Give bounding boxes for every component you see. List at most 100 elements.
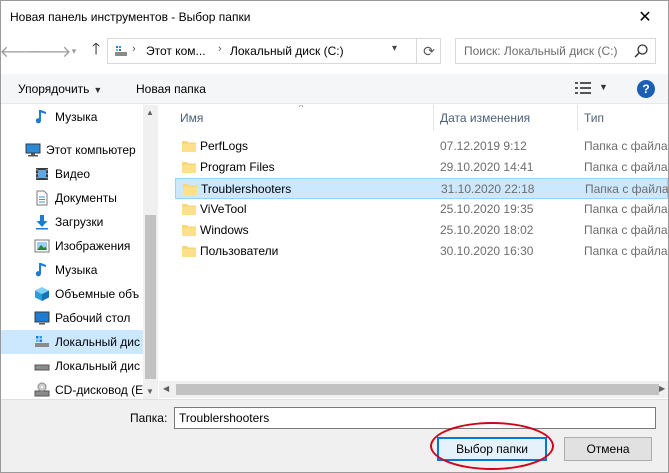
column-divider[interactable] — [433, 105, 434, 131]
folder-row[interactable]: Пользователи 30.10.2020 16:30 Папка с фа… — [175, 241, 668, 262]
column-header-type[interactable]: Тип — [584, 105, 604, 131]
desktop-icon — [34, 310, 50, 326]
computer-icon — [25, 142, 41, 158]
folder-date: 25.10.2020 19:35 — [440, 202, 534, 216]
folder-date: 31.10.2020 22:18 — [441, 182, 535, 196]
folder-row[interactable]: PerfLogs 07.12.2019 9:12 Папка с файлами — [175, 136, 668, 157]
sort-ascending-icon: ^ — [299, 105, 304, 112]
folder-row[interactable]: ViVeTool 25.10.2020 19:35 Папка с файлам… — [175, 199, 668, 220]
scroll-right-arrow-icon[interactable]: ▶ — [659, 384, 665, 393]
folder-name: PerfLogs — [200, 139, 249, 153]
breadcrumb-chevron-icon[interactable]: › — [132, 43, 136, 55]
close-button[interactable]: ✕ — [622, 1, 668, 32]
file-list-horizontal-scrollbar[interactable]: ◀ ▶ — [159, 381, 668, 398]
folder-icon — [182, 225, 196, 236]
search-input[interactable] — [456, 39, 626, 63]
drive-icon — [115, 46, 127, 56]
folder-icon — [183, 184, 197, 195]
new-folder-button[interactable]: Новая папка — [136, 82, 206, 96]
window-title: Новая панель инструментов - Выбор папки — [10, 10, 251, 24]
nav-item-3d-objects[interactable]: Объемные объ — [1, 282, 143, 306]
nav-scrollbar-thumb[interactable] — [145, 215, 156, 379]
nav-item-this-pc[interactable]: Этот компьютер — [1, 138, 143, 162]
refresh-icon[interactable]: ⟳ — [416, 39, 441, 63]
nav-item-documents[interactable]: Документы — [1, 186, 143, 210]
horizontal-scrollbar-thumb[interactable] — [176, 384, 659, 395]
folder-row[interactable]: Program Files 29.10.2020 14:41 Папка с ф… — [175, 157, 668, 178]
folder-type: Папка с файлами — [584, 244, 668, 258]
drive-icon — [34, 334, 50, 350]
folder-type: Папка с файлами — [584, 223, 668, 237]
folder-name: Troublershooters — [201, 182, 292, 196]
organize-label: Упорядочить — [18, 82, 90, 96]
column-header-date[interactable]: Дата изменения — [440, 105, 530, 131]
column-header-name[interactable]: Имя — [180, 105, 203, 131]
nav-item-downloads[interactable]: Загрузки — [1, 210, 143, 234]
folder-type: Папка с файлами — [584, 139, 668, 153]
nav-scrollbar[interactable]: ▲ ▼ — [143, 105, 158, 399]
breadcrumb-this-pc[interactable]: Этот ком... — [146, 44, 206, 58]
navigation-pane: Музыка Этот компьютер Видео Документы За… — [1, 105, 158, 399]
organize-menu[interactable]: Упорядочить ▼ — [18, 82, 102, 96]
folder-icon — [182, 246, 196, 257]
folder-name-input[interactable] — [174, 407, 656, 429]
search-box[interactable] — [455, 38, 656, 64]
folder-date: 30.10.2020 16:30 — [440, 244, 534, 258]
folder-type: Папка с файлами — [584, 160, 668, 174]
nav-item-pictures[interactable]: Изображения — [1, 234, 143, 258]
nav-item-local-disk-c[interactable]: Локальный дис — [1, 330, 143, 354]
view-chevron-down-icon[interactable]: ▼ — [599, 82, 608, 92]
video-icon — [34, 166, 50, 182]
chevron-down-icon: ▼ — [93, 85, 103, 95]
search-icon — [634, 44, 648, 58]
select-folder-button[interactable]: Выбор папки — [437, 437, 547, 461]
folder-name: Пользователи — [200, 244, 279, 258]
folder-label: Папка: — [130, 411, 168, 425]
folder-row-selected[interactable]: Troublershooters 31.10.2020 22:18 Папка … — [175, 178, 668, 199]
scroll-down-arrow-icon[interactable]: ▼ — [146, 387, 154, 396]
folder-date: 25.10.2020 18:02 — [440, 223, 534, 237]
drive-icon — [34, 358, 50, 374]
folder-name: ViVeTool — [200, 202, 247, 216]
music-icon — [34, 109, 50, 125]
nav-item-desktop[interactable]: Рабочий стол — [1, 306, 143, 330]
folder-name: Program Files — [200, 160, 275, 174]
nav-item-local-disk-d[interactable]: Локальный дис — [1, 354, 143, 378]
help-icon[interactable]: ? — [637, 80, 655, 98]
pictures-icon — [34, 238, 50, 254]
up-arrow-icon[interactable]: 🡑 — [85, 40, 107, 62]
breadcrumb-chevron-icon[interactable]: › — [218, 43, 222, 55]
scroll-up-arrow-icon[interactable]: ▲ — [146, 108, 154, 117]
dialog-footer: Папка: Выбор папки Отмена — [1, 399, 668, 472]
folder-row[interactable]: Windows 25.10.2020 18:02 Папка с файлами — [175, 220, 668, 241]
folder-icon — [182, 162, 196, 173]
scroll-left-arrow-icon[interactable]: ◀ — [163, 384, 169, 393]
address-dropdown-chevron-icon[interactable]: ▾ — [392, 43, 397, 54]
title-bar: Новая панель инструментов - Выбор папки … — [1, 1, 668, 32]
cancel-button[interactable]: Отмена — [564, 437, 652, 461]
folder-icon — [182, 141, 196, 152]
folder-type: Папка с файлами — [585, 182, 668, 196]
nav-item-video[interactable]: Видео — [1, 162, 143, 186]
downloads-icon — [34, 214, 50, 230]
cd-drive-icon — [34, 382, 50, 398]
view-options-icon[interactable] — [575, 81, 591, 95]
folder-type: Папка с файлами — [584, 202, 668, 216]
command-bar: Упорядочить ▼ Новая папка ▼ ? — [1, 74, 668, 104]
column-divider[interactable] — [577, 105, 578, 131]
folder-picker-dialog: Новая панель инструментов - Выбор папки … — [0, 0, 669, 473]
forward-arrow-icon[interactable]: 🡒 — [29, 40, 72, 62]
folder-date: 07.12.2019 9:12 — [440, 139, 527, 153]
file-list: ^ Имя Дата изменения Тип PerfLogs 07.12.… — [159, 105, 668, 399]
address-bar[interactable]: › Этот ком... › Локальный диск (C:) ▾ ⟳ — [107, 38, 441, 64]
nav-item-cd-drive[interactable]: CD-дисковод (E — [1, 378, 143, 399]
breadcrumb-local-disk[interactable]: Локальный диск (C:) — [230, 44, 344, 58]
music-icon — [34, 262, 50, 278]
3d-objects-icon — [34, 286, 50, 302]
folder-date: 29.10.2020 14:41 — [440, 160, 534, 174]
address-row: 🡐 🡒 ▾ 🡑 › Этот ком... › Локальный диск (… — [1, 32, 668, 72]
nav-item-music-top[interactable]: Музыка — [1, 105, 143, 129]
folder-icon — [182, 204, 196, 215]
nav-item-music[interactable]: Музыка — [1, 258, 143, 282]
recent-locations-chevron-icon[interactable]: ▾ — [63, 40, 85, 62]
